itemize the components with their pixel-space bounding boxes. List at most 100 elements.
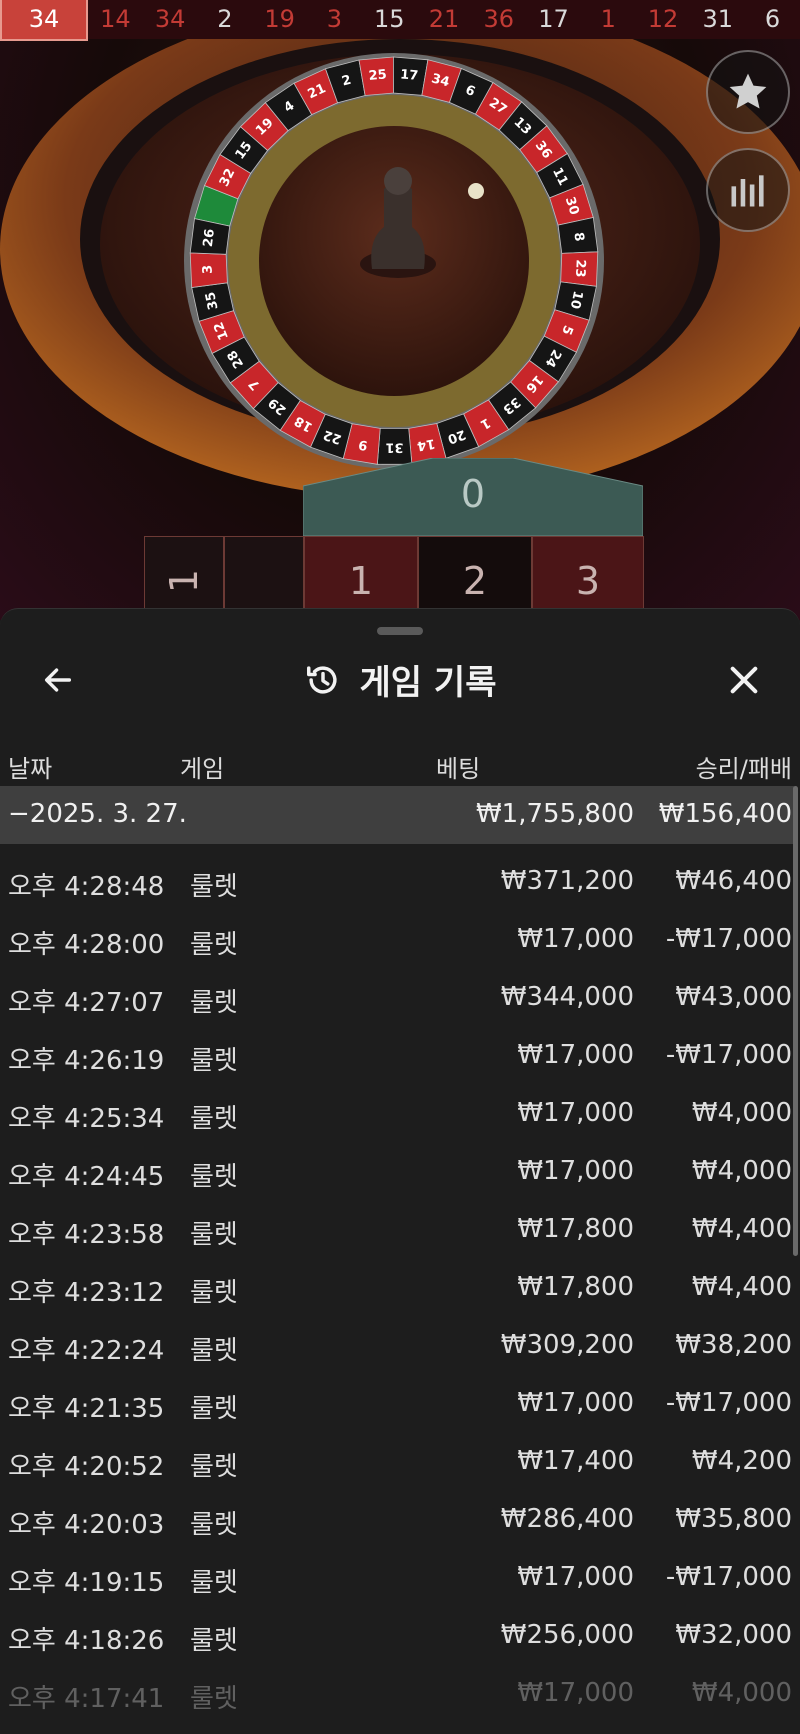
- recent-results-bar: 34 14 34 2 19 3 15 21 36 17 1 12 31 6: [0, 0, 800, 41]
- row-time: 오후 4:20:03: [8, 1510, 165, 1540]
- row-time: 오후 4:24:45: [8, 1162, 165, 1192]
- row-time: 오후 4:23:12: [8, 1278, 165, 1308]
- recent-result: 14: [100, 5, 131, 33]
- close-button[interactable]: [712, 645, 776, 715]
- row-time: 오후 4:28:48: [8, 872, 165, 902]
- history-row[interactable]: 오후 4:28:00 룰렛 ₩17,000 -₩17,000: [0, 902, 794, 960]
- row-bet: ₩17,000: [517, 1562, 634, 1592]
- row-game: 룰렛: [190, 872, 238, 902]
- row-bet: ₩17,000: [517, 924, 634, 954]
- row-game: 룰렛: [190, 1104, 238, 1134]
- row-result: ₩38,200: [675, 1330, 792, 1360]
- scrollbar[interactable]: [793, 786, 798, 1256]
- row-game: 룰렛: [190, 1162, 238, 1192]
- row-result: ₩4,200: [691, 1446, 792, 1476]
- history-row[interactable]: 오후 4:27:07 룰렛 ₩344,000 ₩43,000: [0, 960, 794, 1018]
- wheel-pocket-number: 26: [201, 228, 218, 248]
- row-result: ₩4,400: [691, 1272, 792, 1302]
- row-bet: ₩286,400: [500, 1504, 634, 1534]
- history-row[interactable]: 오후 4:20:03 룰렛 ₩286,400 ₩35,800: [0, 1482, 794, 1540]
- recent-result: 34: [154, 5, 186, 33]
- sheet-title: 게임 기록: [359, 663, 497, 703]
- history-row[interactable]: 오후 4:23:12 룰렛 ₩17,800 ₩4,400: [0, 1250, 794, 1308]
- wheel-pocket-number: 31: [385, 439, 403, 454]
- recent-result: 2: [217, 5, 233, 33]
- column-header-result: 승리/패배: [695, 755, 792, 783]
- recent-result: 6: [764, 5, 781, 33]
- bet-spot-1-label: 1: [348, 559, 374, 603]
- wheel-pocket-number: 3: [201, 265, 216, 275]
- row-result: ₩35,800: [675, 1504, 792, 1534]
- statistics-icon: [731, 175, 764, 207]
- row-game: 룰렛: [190, 1278, 238, 1308]
- summary-result-total: ₩156,400: [658, 799, 792, 829]
- history-row[interactable]: 오후 4:25:34 룰렛 ₩17,000 ₩4,000: [0, 1076, 794, 1134]
- recent-result: 12: [647, 5, 679, 33]
- date-summary-row[interactable]: −2025. 3. 27. ₩1,755,800 ₩156,400: [0, 786, 794, 844]
- wheel-pocket-number: 14: [416, 435, 436, 453]
- row-time: 오후 4:26:19: [8, 1046, 165, 1076]
- history-list: 오후 4:28:48 룰렛 ₩371,200 ₩46,400 오후 4:28:00 룰렛 ₩…: [0, 844, 794, 1714]
- bet-spot-zero-label: 0: [460, 472, 486, 516]
- row-time: 오후 4:18:26: [8, 1626, 165, 1656]
- row-result: ₩4,400: [691, 1214, 792, 1244]
- row-time: 오후 4:20:52: [8, 1452, 165, 1482]
- row-result: ₩4,000: [691, 1098, 792, 1128]
- history-row[interactable]: 오후 4:26:19 룰렛 ₩17,000 -₩17,000: [0, 1018, 794, 1076]
- history-row[interactable]: 오후 4:28:48 룰렛 ₩371,200 ₩46,400: [0, 844, 794, 902]
- wheel-pocket-number: 8: [570, 231, 586, 242]
- history-row[interactable]: 오후 4:18:26 룰렛 ₩256,000 ₩32,000: [0, 1598, 794, 1656]
- row-time: 오후 4:22:24: [8, 1336, 165, 1366]
- bet-spot-left-label: 1: [162, 568, 206, 594]
- history-row[interactable]: 오후 4:23:58 룰렛 ₩17,800 ₩4,400: [0, 1192, 794, 1250]
- history-column-headers: 날짜 게임 베팅 승리/패배: [0, 739, 800, 789]
- sheet-header: 게임 기록: [0, 655, 800, 704]
- row-game: 룰렛: [190, 930, 238, 960]
- game-history-sheet: 게임 기록 날짜 게임 베팅 승리/패배 −2025. 3. 27. ₩1,75…: [0, 608, 800, 1734]
- recent-result: 3: [326, 5, 343, 33]
- row-time: 오후 4:21:35: [8, 1394, 165, 1424]
- close-icon: [730, 666, 758, 694]
- wheel-pocket-number: 17: [400, 67, 419, 83]
- history-row[interactable]: 오후 4:22:24 룰렛 ₩309,200 ₩38,200: [0, 1308, 794, 1366]
- row-game: 룰렛: [190, 1452, 238, 1482]
- bet-spot-2-label: 2: [462, 559, 488, 603]
- row-result: ₩32,000: [675, 1620, 792, 1650]
- row-game: 룰렛: [190, 1394, 238, 1424]
- row-time: 오후 4:19:15: [8, 1568, 165, 1598]
- row-bet: ₩17,400: [517, 1446, 634, 1476]
- row-result: ₩46,400: [675, 866, 792, 896]
- statistics-button[interactable]: [706, 148, 790, 232]
- row-bet: ₩309,200: [500, 1330, 634, 1360]
- column-header-bet: 베팅: [436, 755, 481, 783]
- row-result: ₩43,000: [675, 982, 792, 1012]
- row-bet: ₩344,000: [500, 982, 634, 1012]
- row-time: 오후 4:25:34: [8, 1104, 165, 1134]
- history-row[interactable]: 오후 4:24:45 룰렛 ₩17,000 ₩4,000: [0, 1134, 794, 1192]
- sheet-drag-handle[interactable]: [377, 627, 423, 635]
- bet-spot-3-label: 3: [575, 559, 601, 603]
- row-bet: ₩17,000: [517, 1098, 634, 1128]
- recent-result: 31: [702, 5, 734, 33]
- row-result: -₩17,000: [665, 1388, 792, 1418]
- history-row[interactable]: 오후 4:20:52 룰렛 ₩17,400 ₩4,200: [0, 1424, 794, 1482]
- row-bet: ₩371,200: [500, 866, 634, 896]
- history-row[interactable]: 오후 4:19:15 룰렛 ₩17,000 -₩17,000: [0, 1540, 794, 1598]
- recent-result: 21: [428, 5, 460, 33]
- row-game: 룰렛: [190, 988, 238, 1018]
- row-bet: ₩17,000: [517, 1388, 634, 1418]
- history-row[interactable]: 오후 4:21:35 룰렛 ₩17,000 -₩17,000: [0, 1366, 794, 1424]
- row-bet: ₩17,800: [517, 1272, 634, 1302]
- history-row[interactable]: 오후 4:17:41 룰렛 ₩17,000 ₩4,000: [0, 1656, 794, 1714]
- favorites-button[interactable]: [706, 50, 790, 134]
- live-roulette-video: 34 14 34 2 19 3 15 21 36 17 1 12 31 6 32 15 19 4 21 2 25 17 3…: [0, 0, 800, 620]
- history-icon: [306, 665, 337, 694]
- column-header-game: 게임: [180, 755, 225, 783]
- row-game: 룰렛: [190, 1684, 238, 1714]
- recent-result: 15: [373, 5, 405, 33]
- row-game: 룰렛: [190, 1046, 238, 1076]
- row-time: 오후 4:17:41: [8, 1684, 165, 1714]
- recent-result: 1: [600, 5, 616, 33]
- recent-result: 36: [483, 5, 515, 33]
- row-game: 룰렛: [190, 1626, 238, 1656]
